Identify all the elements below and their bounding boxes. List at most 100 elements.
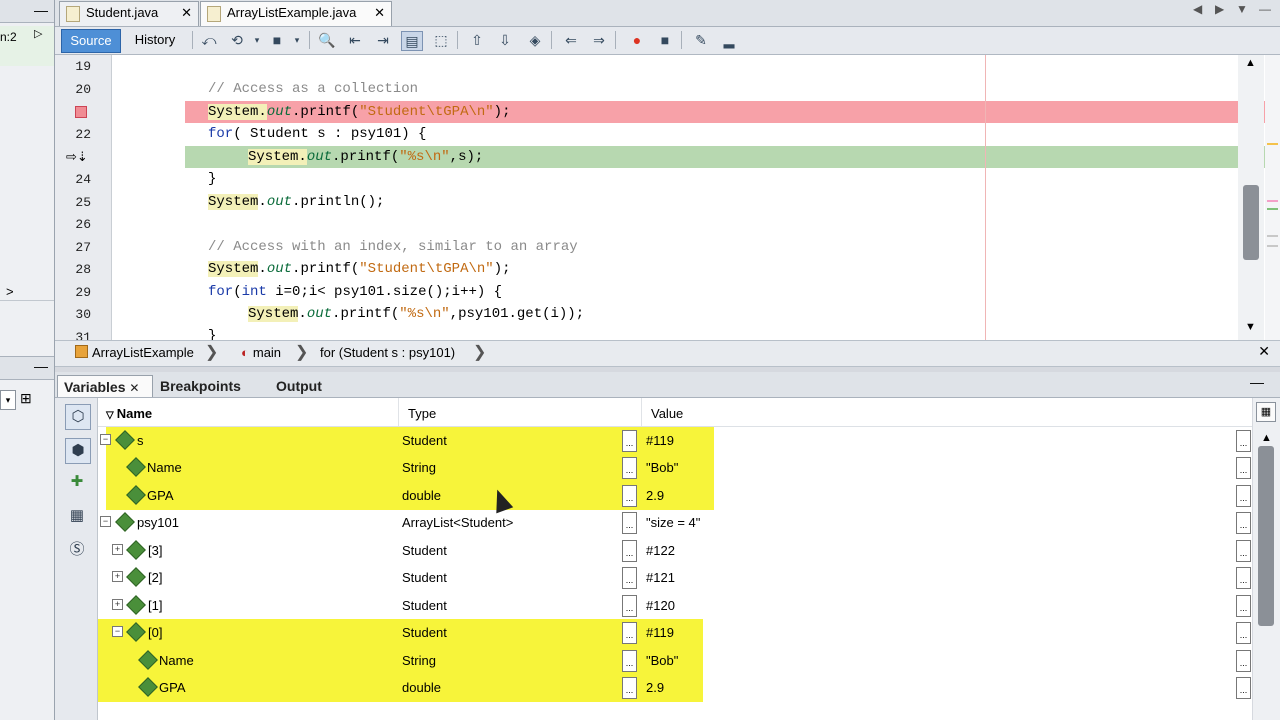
breakpoint-marker-icon[interactable] (75, 106, 87, 118)
show-values-icon[interactable]: ▦ (65, 504, 89, 528)
tab-variables[interactable]: Variables ✕ (57, 375, 153, 397)
shift-right-icon[interactable]: ⇒ (589, 31, 609, 49)
expand-toggle-icon[interactable]: + (112, 544, 123, 555)
table-row[interactable]: − [0] Student ... #119 ... (98, 619, 1252, 647)
stripe-mark[interactable] (1267, 235, 1278, 237)
variable-value[interactable]: #120 (646, 598, 675, 613)
column-value[interactable]: Value (651, 406, 683, 421)
variable-value[interactable]: 2.9 (646, 488, 664, 503)
find-previous-icon[interactable]: ⇤ (345, 31, 365, 49)
source-button[interactable]: Source (61, 29, 121, 53)
variable-value[interactable]: #122 (646, 543, 675, 558)
breadcrumb-method[interactable]: ◐ main (241, 345, 281, 360)
breadcrumb-close-icon[interactable]: ✕ (1258, 343, 1270, 360)
collapse-arrow-icon[interactable]: > (6, 284, 14, 299)
filter-dropdown[interactable]: ▾ (0, 390, 16, 410)
forward-icon[interactable]: ■ (267, 31, 287, 49)
edit-value-button[interactable]: ... (622, 540, 637, 562)
find-icon[interactable]: 🔍 (317, 31, 337, 49)
back-icon[interactable]: ⟲ (227, 31, 247, 49)
row-action-button[interactable]: ... (1236, 677, 1251, 699)
table-row[interactable]: − psy101 ArrayList<Student> ... "size = … (98, 509, 1252, 536)
variable-value[interactable]: "size = 4" (646, 515, 700, 530)
back-dropdown-icon[interactable]: ▾ (247, 31, 267, 49)
row-action-button[interactable]: ... (1236, 457, 1251, 479)
row-action-button[interactable]: ... (1236, 650, 1251, 672)
previous-bookmark-icon[interactable]: ⇧ (467, 31, 487, 49)
tab-scroll-left-icon[interactable]: ◀ (1193, 2, 1202, 16)
row-action-button[interactable]: ... (1236, 512, 1251, 534)
table-row[interactable]: + [1] Student ... #120 ... (98, 592, 1252, 619)
row-action-button[interactable]: ... (1236, 567, 1251, 589)
stop-macro-icon[interactable]: ■ (655, 31, 675, 49)
row-action-button[interactable]: ... (1236, 485, 1251, 507)
variable-value[interactable]: #119 (646, 625, 674, 640)
row-action-button[interactable]: ... (1236, 430, 1251, 452)
edit-value-button[interactable]: ... (622, 677, 637, 699)
table-row[interactable]: − s Student ... #119 ... (98, 427, 1252, 455)
scrollbar-thumb[interactable] (1243, 185, 1259, 260)
tab-list-dropdown-icon[interactable]: ▼ (1236, 2, 1248, 16)
tree-view-icon[interactable]: ⊞ (20, 390, 32, 407)
show-inherited-icon[interactable]: ⬢ (65, 438, 91, 464)
scroll-down-icon[interactable]: ▼ (1245, 321, 1256, 333)
error-stripe[interactable] (1265, 55, 1280, 340)
toggle-rect-select-icon[interactable]: ⬚ (431, 31, 451, 49)
breadcrumb-class[interactable]: ArrayListExample (75, 345, 194, 360)
table-row[interactable]: GPA double ... 2.9 ... (98, 482, 1252, 510)
row-action-button[interactable]: ... (1236, 540, 1251, 562)
collapse-toggle-icon[interactable]: − (112, 626, 123, 637)
column-divider[interactable] (398, 398, 399, 426)
line-number-gutter[interactable]: 19 20 22 ⇨⇣ 24 25 26 27 28 29 30 31 (55, 55, 112, 345)
tab-output[interactable]: Output (276, 375, 322, 397)
stripe-mark[interactable] (1267, 245, 1278, 247)
variable-value[interactable]: "Bob" (646, 653, 678, 668)
edit-value-button[interactable]: ... (622, 650, 637, 672)
table-row[interactable]: + [2] Student ... #121 ... (98, 564, 1252, 591)
table-options-icon[interactable]: ▦ (1256, 402, 1276, 422)
collapse-toggle-icon[interactable]: − (100, 434, 111, 445)
editor-scrollbar[interactable]: ▲ ▼ (1238, 55, 1264, 340)
scroll-up-icon[interactable]: ▲ (1261, 432, 1272, 444)
edit-value-button[interactable]: ... (622, 457, 637, 479)
close-icon[interactable]: ✕ (374, 2, 385, 24)
tab-breakpoints[interactable]: Breakpoints (160, 375, 241, 397)
find-next-icon[interactable]: ⇥ (373, 31, 393, 49)
scroll-up-icon[interactable]: ▲ (1245, 57, 1256, 69)
last-edit-icon[interactable]: ⤺ (199, 31, 219, 49)
toggle-highlight-icon[interactable]: ▤ (401, 31, 423, 51)
variable-value[interactable]: "Bob" (646, 460, 678, 475)
edit-value-button[interactable]: ... (622, 567, 637, 589)
column-type[interactable]: Type (408, 406, 436, 421)
close-icon[interactable]: ✕ (129, 381, 139, 395)
comment-icon[interactable]: ✎ (691, 31, 711, 49)
table-row[interactable]: Name String ... "Bob" ... (98, 647, 1252, 675)
row-action-button[interactable]: ... (1236, 595, 1251, 617)
shift-left-icon[interactable]: ⇐ (561, 31, 581, 49)
new-watch-icon[interactable]: ✚ (65, 470, 89, 494)
uncomment-icon[interactable]: ▂ (719, 31, 739, 49)
expand-toggle-icon[interactable]: + (112, 599, 123, 610)
expand-toggle-icon[interactable]: + (112, 571, 123, 582)
stripe-mark[interactable] (1267, 200, 1278, 202)
variable-value[interactable]: #121 (646, 570, 675, 585)
start-macro-icon[interactable]: ● (627, 31, 647, 49)
debug-minimize-icon[interactable]: — (1250, 374, 1264, 390)
forward-dropdown-icon[interactable]: ▾ (287, 31, 307, 49)
show-static-icon[interactable]: ⬡ (65, 404, 91, 430)
code-text-area[interactable]: // Access as a collection System.out.pri… (112, 55, 1280, 340)
editor-minimize-icon[interactable]: — (1259, 2, 1271, 16)
table-row[interactable]: + [3] Student ... #122 ... (98, 537, 1252, 564)
edit-value-button[interactable]: ... (622, 485, 637, 507)
history-button[interactable]: History (125, 29, 185, 51)
tab-student-java[interactable]: Student.java ✕ (59, 1, 199, 26)
variables-scrollbar[interactable]: ▦ ▲ (1253, 398, 1280, 720)
collapse-toggle-icon[interactable]: − (100, 516, 111, 527)
table-row[interactable]: GPA double ... 2.9 ... (98, 674, 1252, 702)
edit-value-button[interactable]: ... (622, 622, 637, 644)
stripe-mark[interactable] (1267, 208, 1278, 210)
left-panel-minimize-button[interactable]: — (34, 2, 48, 18)
toggle-bookmark-icon[interactable]: ◈ (525, 31, 545, 49)
code-editor[interactable]: 19 20 22 ⇨⇣ 24 25 26 27 28 29 30 31 // A… (55, 55, 1280, 345)
stripe-mark[interactable] (1267, 143, 1278, 145)
